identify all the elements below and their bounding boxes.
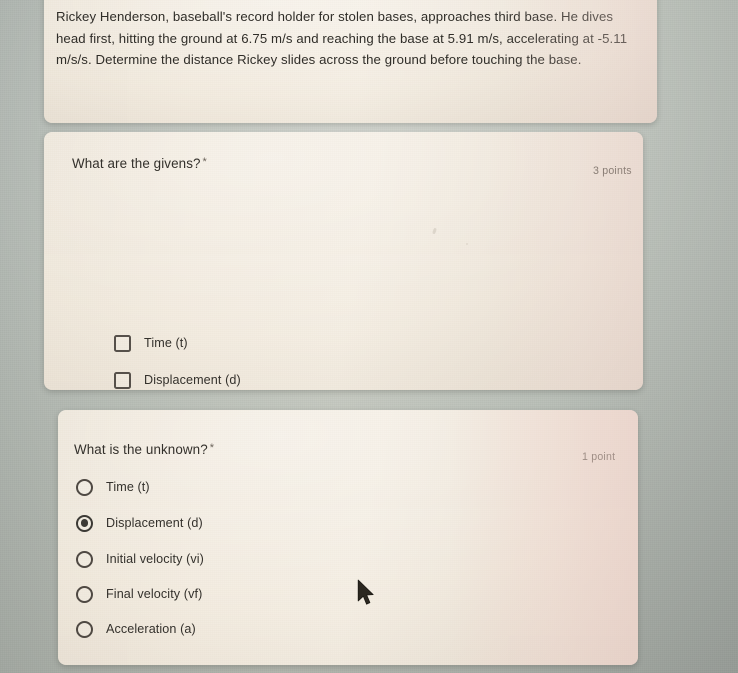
question-card-givens: What are the givens? * 3 points Time (t) … [44, 132, 643, 390]
option-label: Displacement (d) [144, 373, 241, 387]
checkbox-option-displacement[interactable]: Displacement (d) [114, 369, 241, 390]
option-label: Displacement (d) [106, 516, 203, 530]
radio-icon-unselected[interactable] [76, 585, 93, 603]
required-asterisk: * [202, 156, 207, 168]
points-badge-unknown: 1 point [582, 451, 616, 463]
option-label: Initial velocity (vi) [106, 552, 204, 566]
radio-option-acceleration[interactable]: Acceleration (a) [76, 618, 196, 640]
question-title-givens: What are the givens? * [72, 156, 207, 171]
problem-statement-card: Rickey Henderson, baseball's record hold… [44, 0, 657, 123]
option-label: Time (t) [106, 480, 150, 494]
option-label: Acceleration (a) [106, 622, 196, 636]
question-title-text: What are the givens? [72, 156, 201, 171]
checkbox-icon-unchecked[interactable] [114, 334, 131, 352]
points-badge-givens: 3 points [593, 165, 632, 177]
option-label: Final velocity (vf) [106, 587, 203, 601]
radio-icon-unselected[interactable] [76, 550, 93, 568]
radio-icon-unselected[interactable] [76, 478, 93, 496]
radio-icon-selected[interactable] [76, 514, 93, 532]
problem-statement-text: Rickey Henderson, baseball's record hold… [56, 9, 628, 67]
question-title-unknown: What is the unknown? * [74, 442, 214, 457]
checkbox-option-time[interactable]: Time (t) [114, 332, 188, 354]
required-asterisk: * [209, 442, 215, 454]
option-label: Time (t) [144, 336, 188, 350]
radio-option-time[interactable]: Time (t) [76, 476, 150, 498]
question-title-text: What is the unknown? [74, 442, 208, 457]
checkbox-icon-unchecked[interactable] [114, 371, 131, 389]
radio-option-initial-velocity[interactable]: Initial velocity (vi) [76, 548, 204, 570]
radio-option-final-velocity[interactable]: Final velocity (vf) [76, 583, 202, 605]
radio-option-displacement[interactable]: Displacement (d) [76, 512, 203, 534]
question-card-unknown: What is the unknown? * 1 point Time (t) D… [58, 410, 638, 665]
glare-overlay [448, 410, 638, 665]
radio-icon-unselected[interactable] [76, 620, 93, 638]
